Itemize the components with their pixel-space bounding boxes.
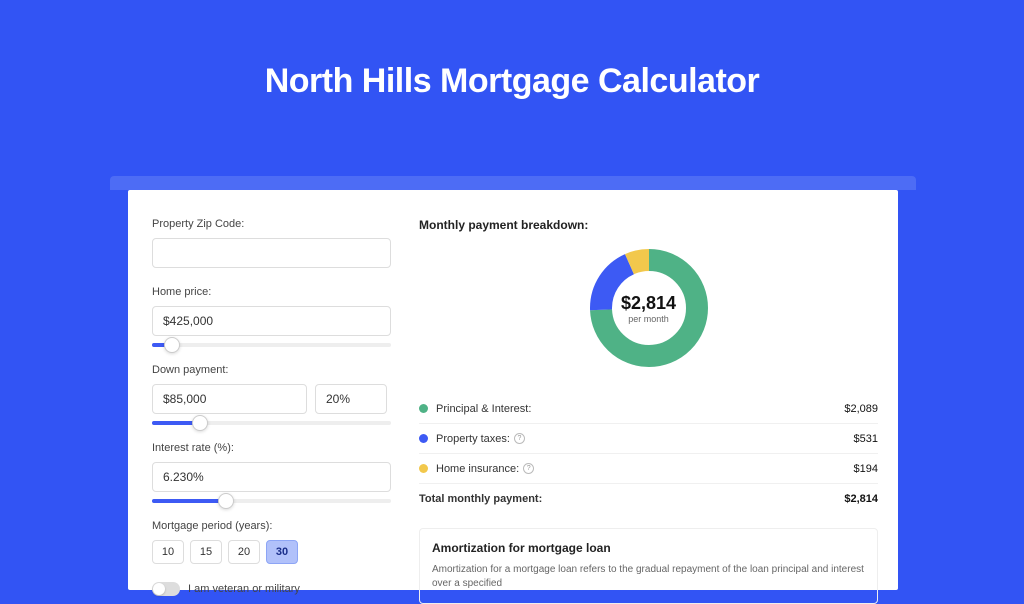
legend-row-total: Total monthly payment: $2,814 [419, 484, 878, 514]
legend-label: Home insurance: ? [436, 463, 854, 475]
dot-icon [419, 434, 428, 443]
legend-value: $2,089 [844, 403, 878, 415]
breakdown-title: Monthly payment breakdown: [419, 218, 878, 232]
amortization-text: Amortization for a mortgage loan refers … [432, 563, 865, 591]
interest-slider[interactable] [152, 496, 391, 506]
period-btn-30[interactable]: 30 [266, 540, 298, 564]
zip-label: Property Zip Code: [152, 218, 399, 230]
total-label: Total monthly payment: [419, 493, 844, 505]
legend-label: Property taxes: ? [436, 433, 854, 445]
down-payment-label: Down payment: [152, 364, 399, 376]
home-price-label: Home price: [152, 286, 399, 298]
info-icon[interactable]: ? [523, 463, 534, 474]
dot-icon [419, 404, 428, 413]
info-icon[interactable]: ? [514, 433, 525, 444]
period-btn-10[interactable]: 10 [152, 540, 184, 564]
legend-value: $194 [854, 463, 878, 475]
period-label: Mortgage period (years): [152, 520, 399, 532]
page-title: North Hills Mortgage Calculator [0, 62, 1024, 101]
donut-sub: per month [628, 314, 669, 324]
down-payment-slider[interactable] [152, 418, 391, 428]
legend-row-principal: Principal & Interest: $2,089 [419, 394, 878, 424]
card-top-bar [110, 176, 916, 190]
veteran-label: I am veteran or military [188, 583, 300, 595]
total-value: $2,814 [844, 493, 878, 505]
calculator-card: Property Zip Code: Home price: Down paym… [128, 190, 898, 590]
home-price-input[interactable] [152, 306, 391, 336]
donut-value: $2,814 [621, 293, 676, 314]
veteran-row: I am veteran or military [152, 582, 399, 596]
legend-value: $531 [854, 433, 878, 445]
legend-row-taxes: Property taxes: ? $531 [419, 424, 878, 454]
period-group: 10 15 20 30 [152, 540, 399, 564]
home-price-slider[interactable] [152, 340, 391, 350]
interest-input[interactable] [152, 462, 391, 492]
period-btn-20[interactable]: 20 [228, 540, 260, 564]
interest-label: Interest rate (%): [152, 442, 399, 454]
form-panel: Property Zip Code: Home price: Down paym… [128, 190, 399, 590]
amortization-box: Amortization for mortgage loan Amortizat… [419, 528, 878, 604]
down-payment-pct-input[interactable] [315, 384, 387, 414]
legend-label: Principal & Interest: [436, 403, 844, 415]
period-btn-15[interactable]: 15 [190, 540, 222, 564]
down-payment-input[interactable] [152, 384, 307, 414]
dot-icon [419, 464, 428, 473]
donut-chart: $2,814 per month [587, 246, 711, 370]
amortization-title: Amortization for mortgage loan [432, 541, 865, 555]
breakdown-panel: Monthly payment breakdown: $2,814 per mo… [399, 190, 898, 590]
legend-row-insurance: Home insurance: ? $194 [419, 454, 878, 484]
veteran-toggle[interactable] [152, 582, 180, 596]
zip-input[interactable] [152, 238, 391, 268]
